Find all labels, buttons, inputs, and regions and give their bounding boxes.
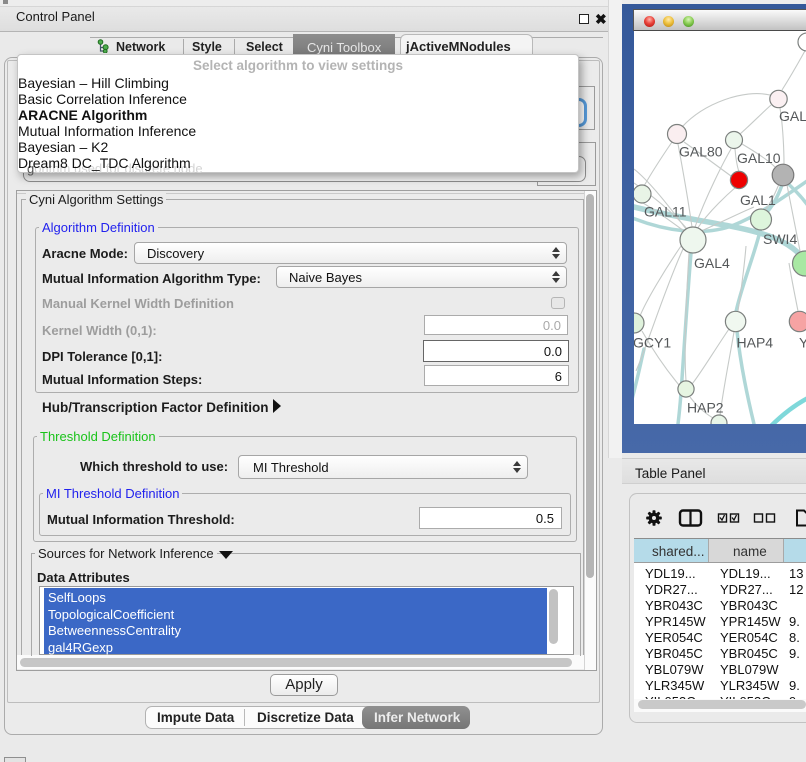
svg-text:GAL7: GAL7: [779, 108, 806, 124]
svg-text:GCY1: GCY1: [634, 335, 671, 351]
svg-text:SWI4: SWI4: [763, 231, 797, 247]
svg-text:GAL11: GAL11: [644, 204, 687, 220]
svg-text:Y: Y: [799, 335, 806, 351]
svg-text:GAL1: GAL1: [740, 192, 776, 208]
svg-text:GAL4: GAL4: [694, 255, 730, 271]
svg-text:HAP4: HAP4: [737, 335, 774, 351]
svg-text:GAL10: GAL10: [737, 150, 781, 166]
svg-text:HAP2: HAP2: [687, 400, 724, 416]
svg-text:GAL80: GAL80: [679, 144, 723, 160]
